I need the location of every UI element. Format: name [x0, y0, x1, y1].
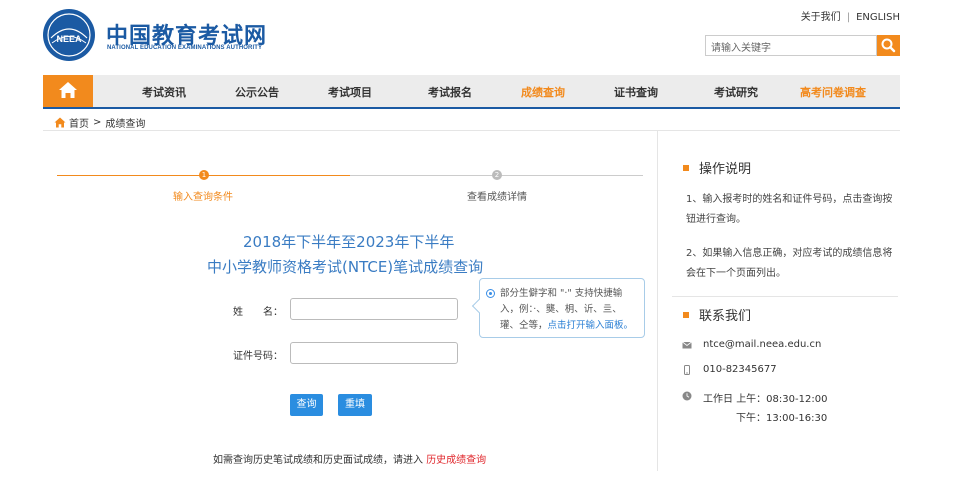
step-2-marker: 2: [492, 170, 502, 180]
hours-label: 工作日: [703, 394, 733, 405]
input-tip-popover: 部分生僻字和 "·" 支持快捷输入，例：·、龑、枂、䜣、亖、瓘、仝等，点击打开输…: [471, 278, 645, 338]
step-1-label: 输入查询条件: [173, 192, 233, 203]
nav-home-button[interactable]: [43, 75, 93, 107]
tip-radio-icon: [486, 289, 495, 298]
contact-email-value[interactable]: ntce@mail.neea.edu.cn: [703, 339, 821, 350]
history-score-link[interactable]: 历史成绩查询: [426, 455, 486, 466]
logo-subtitle: NATIONAL EDUCATION EXAMINATIONS AUTHORIT…: [107, 45, 263, 51]
nav-item-announcements[interactable]: 公示公告: [235, 84, 279, 100]
instructions-title: 操作说明: [699, 162, 752, 177]
breadcrumb-home-link[interactable]: 首页: [69, 115, 89, 130]
instructions-step-1: 1、输入报考时的姓名和证件号码，点击查询按钮进行查询。: [686, 194, 893, 225]
top-link-separator: |: [846, 12, 851, 23]
english-link[interactable]: ENGLISH: [856, 12, 900, 23]
top-links: 关于我们 | ENGLISH: [801, 8, 900, 23]
open-input-panel-link[interactable]: 点击打开输入面板: [548, 320, 624, 331]
search-button[interactable]: [877, 35, 900, 56]
sidebar-divider: [657, 131, 658, 471]
contact-heading: 联系我们: [683, 305, 751, 324]
step-2-label: 查看成绩详情: [467, 192, 527, 203]
contact-email: ntce@mail.neea.edu.cn: [682, 339, 821, 350]
page-title: 中小学教师资格考试(NTCE)笔试成绩查询: [207, 258, 484, 276]
history-note: 如需查询历史笔试成绩和历史面试成绩，请进入 历史成绩查询: [213, 451, 486, 466]
phone-icon: [684, 365, 690, 375]
email-icon: [682, 341, 692, 349]
tip-arrow: [471, 298, 487, 314]
working-hours: 工作日 上午：08:30-12:00 下午：13:00-16:30: [703, 390, 827, 428]
heading-bullet-icon: [683, 164, 689, 171]
search-input[interactable]: 请输入关键字: [705, 35, 877, 56]
nav-item-certificate-query[interactable]: 证书查询: [614, 84, 658, 100]
home-icon: [59, 82, 77, 98]
nav-item-score-query[interactable]: 成绩查询: [521, 84, 565, 100]
instructions-step-2: 2、如果输入信息正确，对应考试的成绩信息将会在下一个页面列出。: [686, 248, 893, 279]
query-button[interactable]: 查询: [290, 394, 323, 416]
site-header: NEEA 中国教育考试网 NATIONAL EDUCATION EXAMINAT…: [0, 0, 957, 75]
nav-item-gaokao-survey[interactable]: 高考问卷调查: [800, 84, 866, 100]
contact-phone: 010-82345677: [682, 364, 777, 375]
about-link[interactable]: 关于我们: [801, 12, 841, 23]
breadcrumb-separator: >: [93, 117, 102, 128]
nav-item-exam-programs[interactable]: 考试项目: [328, 84, 372, 100]
id-number-input[interactable]: [290, 342, 458, 364]
nav-item-exam-research[interactable]: 考试研究: [714, 84, 758, 100]
step-1-marker: 1: [199, 170, 209, 180]
contact-phone-value: 010-82345677: [703, 364, 777, 375]
breadcrumb: 首页 > 成绩查询: [54, 115, 145, 130]
nav-item-exam-news[interactable]: 考试资讯: [142, 84, 186, 100]
contact-title: 联系我们: [699, 309, 752, 324]
sidebar-section-divider: [672, 296, 898, 297]
hours-morning: 上午：08:30-12:00: [736, 394, 828, 405]
name-label: 姓 名：: [233, 307, 283, 318]
search-icon: [881, 38, 896, 53]
hours-afternoon: 下午：13:00-16:30: [736, 413, 828, 424]
contact-hours: 工作日 上午：08:30-12:00 下午：13:00-16:30: [682, 390, 827, 428]
clock-icon: [682, 391, 692, 401]
page-title-period: 2018年下半年至2023年下半年: [243, 233, 455, 251]
name-input[interactable]: [290, 298, 458, 320]
breadcrumb-current: 成绩查询: [105, 119, 146, 130]
logo-badge-text: NEEA: [56, 34, 82, 44]
nav-item-registration[interactable]: 考试报名: [428, 84, 472, 100]
instructions-heading: 操作说明: [683, 158, 751, 177]
reset-button[interactable]: 重填: [338, 394, 372, 416]
tip-text-end: 。: [623, 320, 634, 331]
heading-bullet-icon: [683, 311, 689, 318]
breadcrumb-divider: [43, 130, 900, 131]
neea-logo-icon[interactable]: NEEA: [42, 8, 96, 62]
id-number-label: 证件号码：: [233, 351, 283, 362]
breadcrumb-home-icon: [54, 117, 66, 128]
main-nav: 考试资讯 公示公告 考试项目 考试报名 成绩查询 证书查询 考试研究 高考问卷调…: [43, 75, 900, 109]
history-note-text: 如需查询历史笔试成绩和历史面试成绩，请进入: [213, 455, 423, 466]
